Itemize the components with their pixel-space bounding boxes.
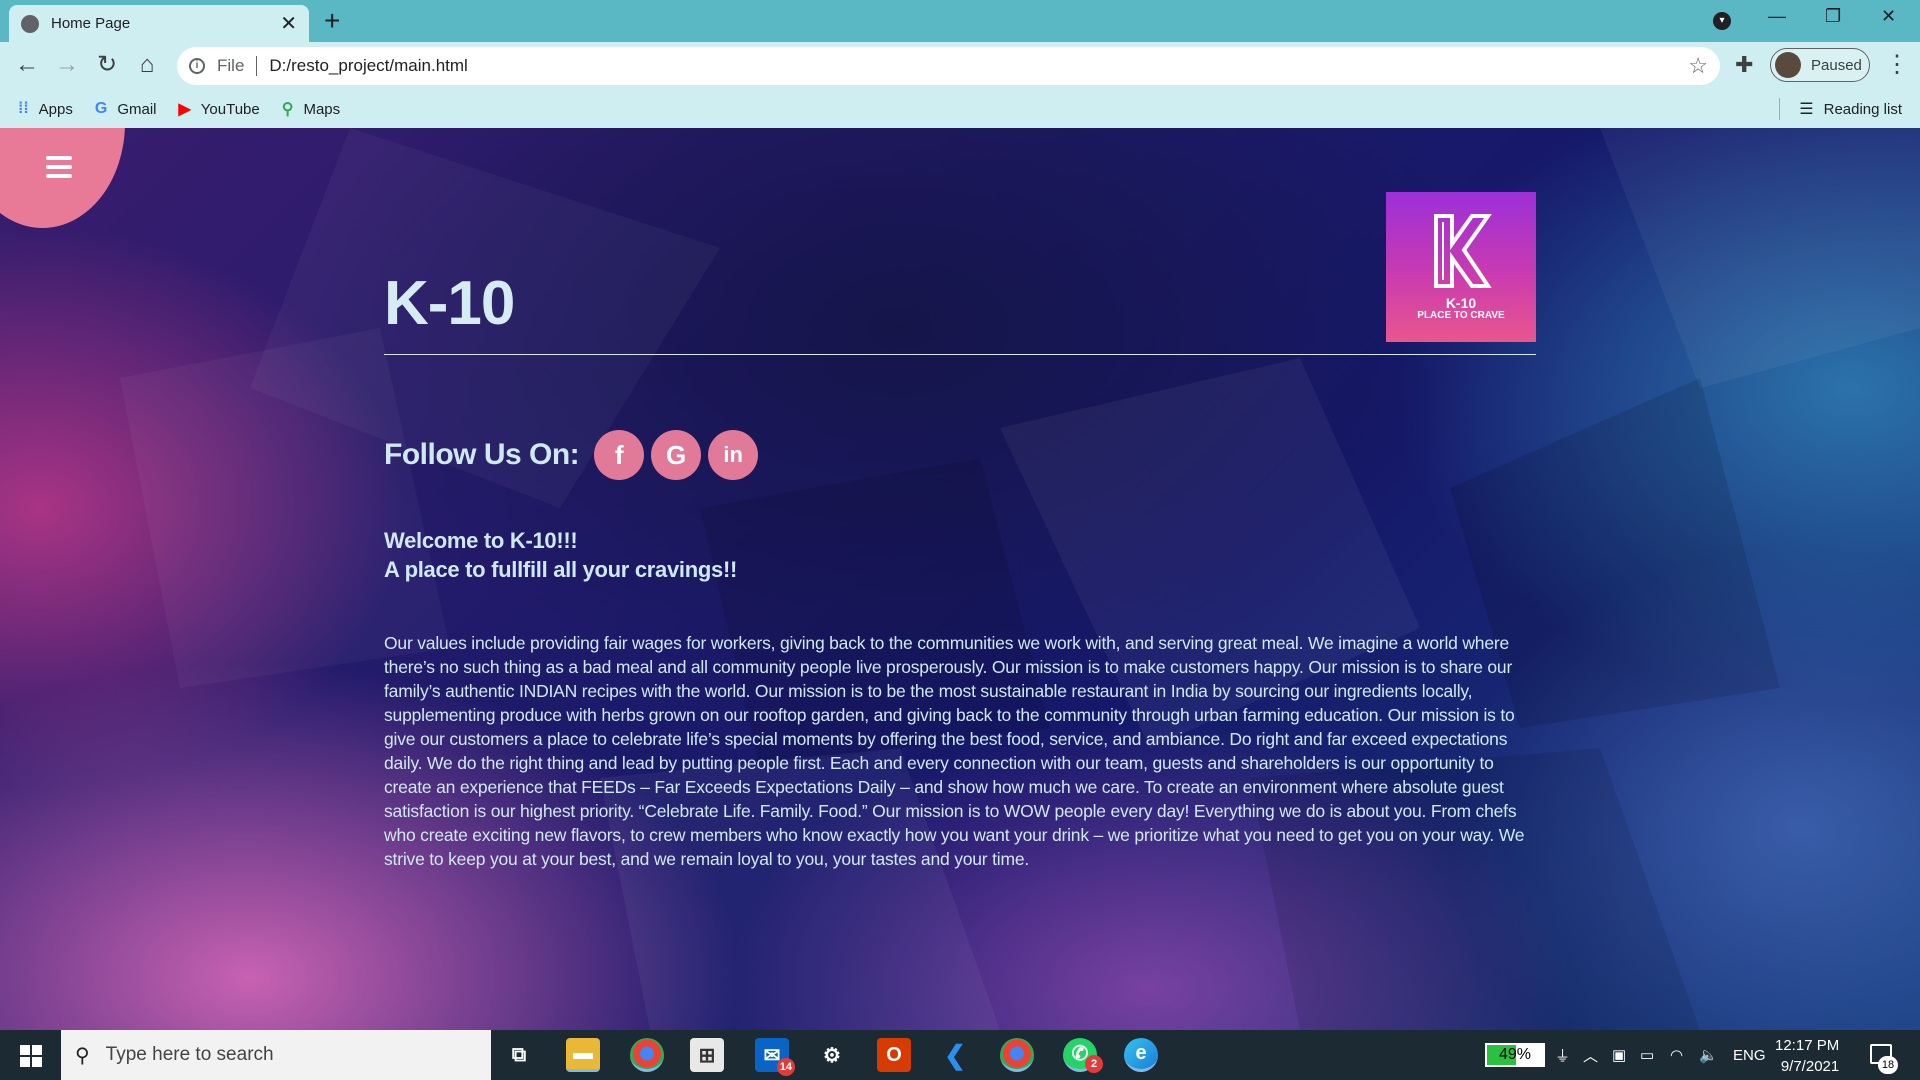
meet-now-icon[interactable]: ▣ <box>1612 1030 1626 1080</box>
language-indicator[interactable]: ENG <box>1733 1030 1766 1080</box>
back-icon[interactable]: ← <box>12 50 42 80</box>
task-view-icon[interactable]: ⧉ <box>502 1038 536 1072</box>
bookmark-youtube[interactable]: ▶ YouTube <box>178 99 259 119</box>
page-viewport: K-10 K-10 PLACE TO CRAVE Follow Us On: f… <box>0 128 1920 1030</box>
welcome-line-1: Welcome to K-10!!! <box>384 528 578 553</box>
profile-button[interactable]: Paused <box>1770 48 1870 82</box>
welcome-line-2: A place to fullfill all your cravings!! <box>384 557 737 582</box>
logo-tagline: PLACE TO CRAVE <box>1417 310 1505 321</box>
whatsapp-icon[interactable]: ✆ 2 <box>1063 1038 1103 1073</box>
whatsapp-badge: 2 <box>1085 1055 1103 1073</box>
file-explorer-icon[interactable]: ▬ <box>566 1038 600 1072</box>
bookmark-star-icon[interactable]: ☆ <box>1688 53 1708 79</box>
globe-icon <box>21 14 39 33</box>
bookmark-label: Maps <box>303 100 341 118</box>
windows-start-icon[interactable] <box>20 1045 42 1067</box>
taskbar-search-input[interactable]: ⚲ Type here to search <box>61 1030 491 1080</box>
maps-pin-icon: ⚲ <box>281 101 294 118</box>
store-icon[interactable]: ⊞ <box>690 1038 724 1072</box>
office-icon[interactable]: O <box>877 1038 911 1072</box>
browser-titlebar: Home Page ✕ + ▾ — ❐ ✕ <box>0 0 1920 42</box>
youtube-icon: ▶ <box>178 101 191 118</box>
battery-percent: 49% <box>1498 1046 1532 1063</box>
bookmark-label: Gmail <box>117 100 157 118</box>
k-logo-icon <box>1434 214 1492 288</box>
url-separator <box>256 56 258 76</box>
vscode-icon[interactable]: ❮ <box>938 1038 972 1072</box>
edge-icon[interactable]: e <box>1124 1038 1158 1072</box>
reading-list-icon: ☰ <box>1799 101 1814 118</box>
power-plug-icon[interactable]: ⏚ <box>1555 1030 1570 1080</box>
tray-chevron-icon[interactable]: ︿ <box>1583 1030 1598 1080</box>
search-icon: ⚲ <box>75 1044 90 1067</box>
bookmark-label: Apps <box>38 100 73 118</box>
wifi-icon[interactable]: ◠ <box>1670 1030 1683 1080</box>
new-tab-button[interactable]: + <box>324 6 340 36</box>
close-window-icon[interactable]: ✕ <box>1881 6 1896 27</box>
settings-gear-icon[interactable]: ⚙ <box>815 1038 849 1072</box>
tab-home-page[interactable]: Home Page ✕ <box>9 5 309 42</box>
url-scheme: File <box>217 56 245 75</box>
bookmark-label: YouTube <box>200 100 260 118</box>
home-icon[interactable]: ⌂ <box>132 50 162 80</box>
facebook-icon[interactable]: f <box>594 430 645 480</box>
bookmark-gmail[interactable]: G Gmail <box>95 100 157 118</box>
clock[interactable]: 12:17 PM 9/7/2021 <box>1775 1035 1839 1077</box>
minimize-icon[interactable]: — <box>1768 6 1786 27</box>
url-text[interactable]: D:/resto_project/main.html <box>269 56 1688 76</box>
reload-icon[interactable]: ↻ <box>92 50 122 80</box>
avatar <box>1775 52 1801 78</box>
chrome-icon[interactable] <box>630 1038 664 1072</box>
battery-indicator[interactable]: 49% <box>1485 1043 1545 1067</box>
battery-icon[interactable]: ▭ <box>1640 1030 1654 1080</box>
mail-icon[interactable]: ✉ 14 <box>755 1038 795 1076</box>
logo-name: K-10 <box>1445 295 1477 311</box>
reading-list-button[interactable]: ☰ Reading list <box>1799 99 1902 119</box>
bookmark-apps[interactable]: ⁞⁞ Apps <box>18 100 73 118</box>
chrome-menu-icon[interactable]: ⋮ <box>1885 50 1909 79</box>
header-divider <box>384 354 1536 355</box>
notifications-badge: 18 <box>1878 1056 1898 1074</box>
google-icon: G <box>94 100 108 117</box>
tab-search-icon[interactable]: ▾ <box>1713 12 1731 30</box>
windows-taskbar: ⚲ Type here to search ⧉ ▬ ⊞ ✉ 14 ⚙ O ❮ ✆… <box>0 1030 1920 1080</box>
bookmarks-bar: ⁞⁞ Apps G Gmail ▶ YouTube ⚲ Maps ☰ Readi… <box>0 90 1920 128</box>
mail-badge: 14 <box>776 1058 795 1076</box>
forward-icon[interactable]: → <box>52 50 82 80</box>
brand-logo: K-10 PLACE TO CRAVE <box>1386 192 1536 342</box>
bookmark-maps[interactable]: ⚲ Maps <box>282 99 340 119</box>
follow-label: Follow Us On: <box>384 438 580 471</box>
bookmarks-divider <box>1779 98 1780 120</box>
clock-date: 9/7/2021 <box>1780 1058 1840 1075</box>
hamburger-menu-icon[interactable] <box>46 156 72 178</box>
site-info-icon[interactable]: i <box>189 58 205 74</box>
restore-icon[interactable]: ❐ <box>1825 6 1841 27</box>
close-tab-icon[interactable]: ✕ <box>280 14 297 34</box>
reading-list-label: Reading list <box>1823 100 1902 118</box>
linkedin-icon[interactable]: in <box>708 430 759 480</box>
volume-icon[interactable]: 🔈 <box>1699 1030 1718 1080</box>
tab-title: Home Page <box>51 15 131 32</box>
welcome-heading: Welcome to K-10!!! A place to fullfill a… <box>384 526 737 584</box>
about-paragraph: Our values include providing fair wages … <box>384 633 1525 869</box>
profile-status: Paused <box>1811 56 1862 74</box>
follow-us-section: Follow Us On: f G in <box>384 430 759 480</box>
clock-time: 12:17 PM <box>1775 1037 1840 1054</box>
apps-grid-icon: ⁞⁞ <box>18 100 29 117</box>
address-bar[interactable]: i File D:/resto_project/main.html ☆ <box>177 47 1720 85</box>
browser-toolbar: ← → ↻ ⌂ i File D:/resto_project/main.htm… <box>0 42 1920 90</box>
extensions-puzzle-icon[interactable]: ✚ <box>1735 52 1753 78</box>
google-icon[interactable]: G <box>651 430 702 480</box>
page-title: K-10 <box>384 269 515 338</box>
chrome-profile-icon[interactable] <box>1000 1038 1034 1072</box>
background-facets <box>120 128 1920 1030</box>
search-placeholder: Type here to search <box>105 1044 274 1065</box>
